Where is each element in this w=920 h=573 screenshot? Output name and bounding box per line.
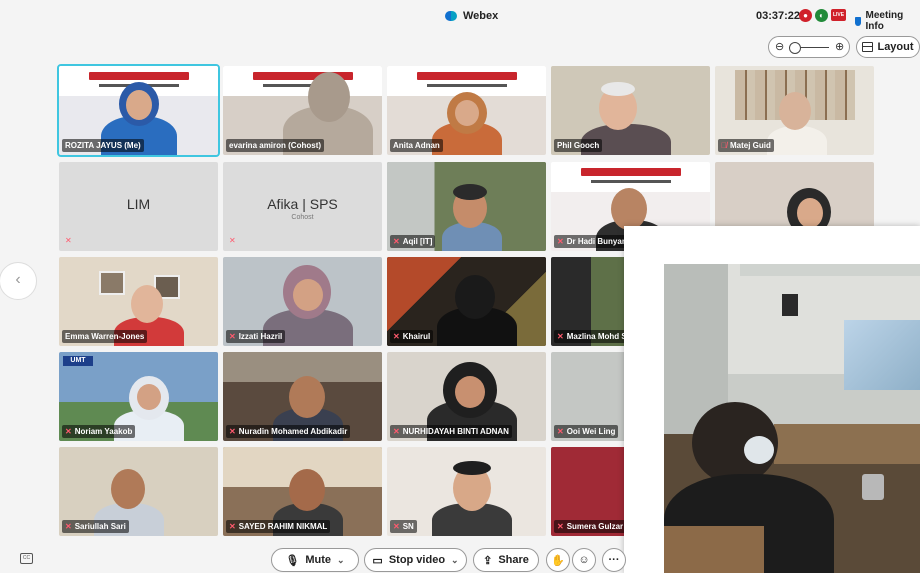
video-tile[interactable]: UMT ✕ Noriam Yaakob — [59, 352, 218, 441]
meeting-info-button[interactable]: Meeting Info — [855, 10, 920, 32]
more-button[interactable]: ··· — [602, 548, 626, 572]
video-tile[interactable]: ✕ Nuradin Mohamed Abdikadir — [223, 352, 382, 441]
avatar-placeholder: Afika | SPS Cohost ✕ — [223, 162, 382, 251]
record-icon[interactable]: ● — [799, 9, 812, 22]
mic-off-icon: ✕ — [393, 522, 400, 531]
reactions-button[interactable]: ☺ — [572, 548, 596, 572]
participant-name-label: ✕ SAYED RAHIM NIKMAL — [226, 520, 331, 533]
mic-off-icon: 🎙̸ — [721, 141, 727, 150]
smiley-icon: ☺ — [578, 554, 590, 566]
title-bar: Webex 03:37:22 ● ◐ LIVE Meeting Info — [0, 0, 920, 34]
mic-off-icon: ✕ — [557, 332, 564, 341]
participant-name-label: Anita Adnan — [390, 139, 443, 152]
participant-name-label: ✕ Ooi Wei Ling — [554, 425, 619, 438]
video-tile[interactable]: ✕ SN — [387, 447, 546, 536]
mic-off-icon: ✕ — [229, 236, 236, 245]
video-tile[interactable]: ✕ Aqil [IT] — [387, 162, 546, 251]
previous-page-button[interactable]: ‹ — [0, 262, 37, 300]
mic-off-icon: ✕ — [229, 332, 236, 341]
video-tile[interactable]: evarina amiron (Cohost) — [223, 66, 382, 155]
shield-icon — [855, 16, 862, 26]
video-tile[interactable]: ✕ NURHIDAYAH BINTI ADNAN — [387, 352, 546, 441]
video-tile[interactable]: Afika | SPS Cohost ✕ — [223, 162, 382, 251]
microphone-icon: 🎙 — [285, 554, 300, 567]
mic-off-icon: ✕ — [557, 522, 564, 531]
avatar-placeholder: LIM ✕ — [59, 162, 218, 251]
participant-name-label: ✕ SN — [390, 520, 417, 533]
meeting-timer: 03:37:22 — [756, 10, 801, 22]
mic-off-icon: ✕ — [393, 237, 400, 246]
shared-photo — [664, 264, 920, 573]
participant-name-label: ROZITA JAYUS (Me) — [62, 139, 144, 152]
mic-off-icon: ✕ — [65, 427, 72, 436]
stop-video-label: Stop video — [388, 554, 446, 566]
meeting-controls: 🎙 Mute ⌄ ▭ Stop video ⌄ ⇪ Share ✋ ☺ ··· — [0, 548, 920, 573]
share-icon: ⇪ — [483, 554, 493, 567]
slide-banner — [223, 66, 382, 96]
app-title-text: Webex — [463, 10, 499, 22]
camera-icon: ▭ — [372, 554, 383, 567]
mic-off-icon: ✕ — [393, 427, 400, 436]
share-label: Share — [498, 554, 529, 566]
mic-off-icon: ✕ — [557, 237, 564, 246]
participant-name-label: 🎙̸ Matej Guid — [718, 139, 774, 152]
chevron-down-icon[interactable]: ⌄ — [337, 555, 345, 566]
participant-name-label: ✕ Sariullah Sari — [62, 520, 129, 533]
stop-video-button[interactable]: ▭ Stop video ⌄ — [364, 548, 467, 572]
participant-name-label: ✕ Nuradin Mohamed Abdikadir — [226, 425, 351, 438]
zoom-out-icon[interactable]: ⊖ — [775, 40, 784, 53]
zoom-in-icon[interactable]: ⊕ — [835, 40, 844, 53]
video-tile[interactable]: 🎙̸ Matej Guid — [715, 66, 874, 155]
layout-label: Layout — [877, 41, 914, 53]
raise-hand-button[interactable]: ✋ — [546, 548, 570, 572]
mic-off-icon: ✕ — [65, 236, 72, 245]
mute-button[interactable]: 🎙 Mute ⌄ — [271, 548, 359, 572]
share-button[interactable]: ⇪ Share — [473, 548, 539, 572]
shared-content-window[interactable] — [624, 226, 920, 573]
chevron-down-icon[interactable]: ⌄ — [451, 555, 459, 566]
participant-name-label: ✕ NURHIDAYAH BINTI ADNAN — [390, 425, 512, 438]
layout-button[interactable]: Layout — [856, 36, 920, 58]
participant-name-label: evarina amiron (Cohost) — [226, 139, 325, 152]
participant-name-label: Emma Warren-Jones — [62, 330, 148, 343]
participant-name: Afika | SPS — [267, 196, 338, 212]
zoom-knob[interactable] — [789, 42, 801, 54]
mic-off-icon: ✕ — [393, 332, 400, 341]
more-icon: ··· — [608, 554, 620, 566]
mic-off-icon: ✕ — [229, 427, 236, 436]
zoom-slider[interactable]: ⊖ ⊕ — [768, 36, 850, 58]
participant-role: Cohost — [291, 214, 314, 221]
hand-icon: ✋ — [551, 554, 565, 567]
participant-name: LIM — [126, 196, 151, 212]
live-badge[interactable]: LIVE — [831, 9, 846, 21]
video-tile[interactable]: LIM ✕ — [59, 162, 218, 251]
participant-name-label: ✕ Noriam Yaakob — [62, 425, 136, 438]
video-tile[interactable]: Emma Warren-Jones — [59, 257, 218, 346]
video-tile[interactable]: Anita Adnan — [387, 66, 546, 155]
meeting-info-label: Meeting Info — [865, 10, 904, 32]
video-tile[interactable]: ROZITA JAYUS (Me) — [57, 64, 220, 157]
webex-logo-icon — [445, 11, 457, 21]
layout-icon — [862, 42, 874, 52]
video-tile[interactable]: Phil Gooch — [551, 66, 710, 155]
video-tile[interactable]: ✕ Khairul — [387, 257, 546, 346]
participant-name-label: ✕ Izzati Hazril — [226, 330, 286, 343]
participant-name-label: ✕ Aqil [IT] — [390, 235, 436, 248]
participant-name-label: ✕ Khairul — [390, 330, 434, 343]
secure-icon[interactable]: ◐ — [815, 9, 828, 22]
video-tile[interactable]: ✕ Sariullah Sari — [59, 447, 218, 536]
mute-label: Mute — [305, 554, 332, 566]
mic-off-icon: ✕ — [229, 522, 236, 531]
app-title: Webex — [445, 10, 498, 22]
video-tile[interactable]: ✕ Izzati Hazril — [223, 257, 382, 346]
participant-name-label: Phil Gooch — [554, 139, 603, 152]
mic-off-icon: ✕ — [557, 427, 564, 436]
mic-off-icon: ✕ — [65, 522, 72, 531]
participant-name-label: ✕ Sumera Gulzar — [554, 520, 627, 533]
video-tile[interactable]: ✕ SAYED RAHIM NIKMAL — [223, 447, 382, 536]
